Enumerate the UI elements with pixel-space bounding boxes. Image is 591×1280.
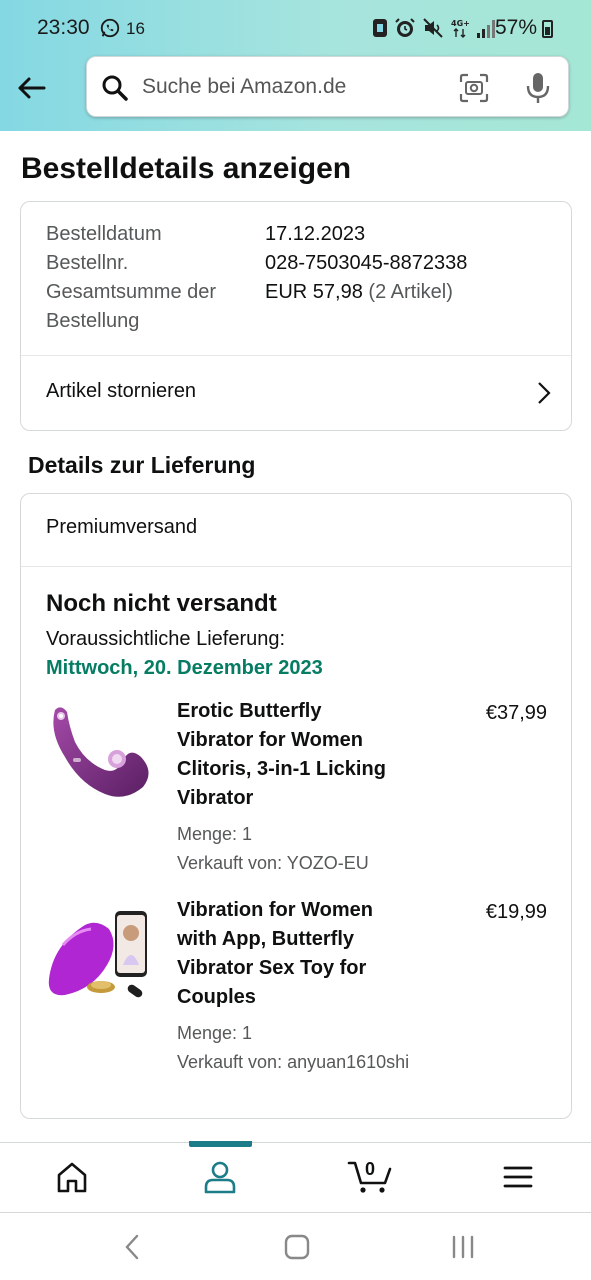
home-icon[interactable] bbox=[52, 1159, 92, 1195]
product-price: €19,99 bbox=[485, 901, 547, 923]
order-item[interactable]: Vibration for Women with App, Butterfly … bbox=[21, 899, 571, 1081]
active-tab-indicator bbox=[189, 1141, 252, 1147]
order-total-items: (2 Artikel) bbox=[368, 281, 453, 303]
delivery-section-title: Details zur Lieferung bbox=[28, 452, 256, 478]
search-placeholder: Suche bei Amazon.de bbox=[142, 75, 347, 98]
product-title-line-1[interactable]: Vibration for Women bbox=[177, 896, 427, 925]
product-title-line-3[interactable]: Vibrator Sex Toy for bbox=[177, 954, 427, 983]
order-date-value: 17.12.2023 bbox=[265, 223, 366, 245]
svg-text:4G+: 4G+ bbox=[451, 19, 470, 28]
order-total-label-cont: Bestellung bbox=[46, 310, 140, 332]
system-navigation-bar bbox=[0, 1212, 591, 1280]
alarm-icon bbox=[395, 18, 415, 37]
mute-icon bbox=[423, 18, 443, 38]
notification-count: 16 bbox=[126, 19, 145, 38]
menu-icon[interactable] bbox=[498, 1159, 538, 1195]
order-number-value: 028-7503045-8872338 bbox=[265, 252, 468, 274]
product-quantity: Menge: 1 bbox=[177, 824, 253, 844]
eta-date: Mittwoch, 20. Dezember 2023 bbox=[46, 657, 323, 679]
product-title-line-2[interactable]: with App, Butterfly bbox=[177, 925, 427, 954]
shipping-method: Premiumversand bbox=[46, 516, 198, 538]
order-total-amount: EUR 57,98 bbox=[265, 281, 363, 303]
order-summary-card: Bestelldatum 17.12.2023 Bestellnr. 028-7… bbox=[20, 201, 572, 431]
eta-label: Voraussichtliche Lieferung: bbox=[46, 628, 286, 650]
delivery-card: Premiumversand Noch nicht versandt Vorau… bbox=[20, 493, 572, 1119]
order-total-value: EUR 57,98 (2 Artikel) bbox=[265, 281, 453, 304]
product-title-line-2[interactable]: Vibrator for Women bbox=[177, 726, 427, 755]
order-item[interactable]: Erotic Butterfly Vibrator for Women Clit… bbox=[21, 700, 571, 882]
product-image[interactable] bbox=[45, 905, 155, 1015]
account-icon[interactable] bbox=[200, 1159, 240, 1195]
system-recent-apps-icon[interactable] bbox=[449, 1233, 477, 1261]
search-icon bbox=[102, 75, 128, 101]
cancel-items-label: Artikel stornieren bbox=[46, 380, 197, 402]
page-title: Bestelldetails anzeigen bbox=[21, 152, 352, 185]
status-icons: 4G+ bbox=[372, 16, 496, 40]
signal-icon bbox=[477, 20, 495, 38]
order-total-label: Gesamtsumme der bbox=[46, 281, 217, 303]
header-bar: 23:30 16 4G+ 57% Suche bei Amazon.de bbox=[0, 0, 591, 131]
cancel-items-row[interactable]: Artikel stornieren bbox=[21, 356, 571, 430]
cart-count-badge: 0 bbox=[365, 1159, 376, 1179]
status-time: 23:30 bbox=[37, 16, 90, 39]
search-input[interactable]: Suche bei Amazon.de bbox=[86, 56, 569, 117]
product-title-line-1[interactable]: Erotic Butterfly bbox=[177, 697, 427, 726]
app-notification-icon bbox=[373, 19, 387, 37]
order-number-label: Bestellnr. bbox=[46, 252, 129, 274]
product-seller: Verkauft von: YOZO-EU bbox=[177, 853, 369, 873]
shipment-status: Noch nicht versandt bbox=[46, 590, 277, 617]
microphone-icon[interactable] bbox=[523, 71, 553, 105]
product-title-line-3[interactable]: Clitoris, 3-in-1 Licking bbox=[177, 755, 427, 784]
product-quantity: Menge: 1 bbox=[177, 1023, 253, 1043]
bottom-nav bbox=[0, 1143, 591, 1211]
product-title-line-4[interactable]: Couples bbox=[177, 983, 427, 1012]
divider bbox=[21, 566, 571, 567]
status-bar: 23:30 16 4G+ 57% bbox=[0, 0, 591, 56]
product-title-line-4[interactable]: Vibrator bbox=[177, 784, 427, 813]
chevron-right-icon bbox=[538, 382, 551, 404]
system-home-icon[interactable] bbox=[283, 1233, 311, 1261]
product-image[interactable] bbox=[45, 702, 155, 812]
product-price: €37,99 bbox=[485, 702, 547, 724]
battery-icon bbox=[542, 20, 553, 38]
product-seller: Verkauft von: anyuan1610shi bbox=[177, 1052, 410, 1072]
camera-scan-icon[interactable] bbox=[459, 73, 489, 103]
network-4g-icon: 4G+ bbox=[451, 19, 470, 38]
system-back-icon[interactable] bbox=[122, 1233, 144, 1261]
order-date-label: Bestelldatum bbox=[46, 223, 162, 245]
back-arrow-icon[interactable] bbox=[14, 70, 50, 106]
battery-percent: 57% bbox=[495, 16, 538, 39]
whatsapp-icon bbox=[100, 18, 120, 38]
